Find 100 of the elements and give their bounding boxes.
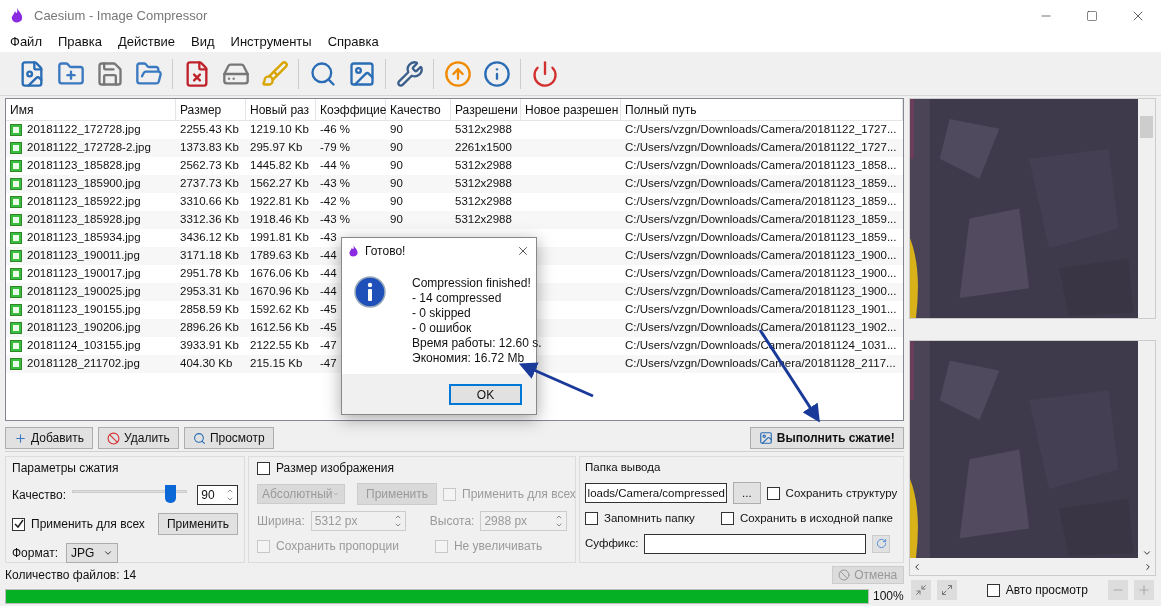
menu-item[interactable]: Вид — [183, 31, 223, 52]
menu-item[interactable]: Правка — [49, 31, 110, 52]
table-cell-text: C:/Users/vzgn/Downloads/Camera/20181122_1727... — [625, 122, 897, 138]
column-header[interactable]: Размер — [176, 99, 246, 120]
table-cell-text: -47 — [320, 356, 337, 372]
table-cell-text: -43 — [320, 230, 337, 246]
table-cell-text: 1918.46 Kb — [250, 212, 309, 228]
table-cell-text: C:/Users/vzgn/Downloads/Camera/20181123_1859... — [625, 212, 897, 228]
table-cell-text: 1592.62 Kb — [250, 302, 309, 318]
checkbox-label: Применить для всех — [462, 486, 576, 503]
table-cell-text: C:/Users/vzgn/Downloads/Camera/20181123_1859... — [625, 176, 897, 192]
table-cell-text: 90 — [390, 194, 403, 210]
table-cell-text: C:/Users/vzgn/Downloads/Camera/20181123_1859... — [625, 194, 897, 210]
file-icon — [10, 124, 22, 136]
fullscreen-icon[interactable] — [936, 580, 957, 600]
group-title: Размер изображения — [276, 460, 395, 477]
table-cell-text: 20181123_185828.jpg — [27, 158, 141, 174]
list-button[interactable]: Просмотр — [183, 427, 274, 449]
checkbox[interactable] — [257, 461, 270, 475]
fit-icon[interactable] — [910, 580, 931, 600]
ok-button[interactable]: OK — [449, 383, 522, 405]
list-button[interactable]: Удалить — [98, 427, 179, 449]
table-cell-text: 20181123_190017.jpg — [27, 266, 141, 282]
table-cell-text: 3310.66 Kb — [180, 194, 239, 210]
table-cell-text: 3312.36 Kb — [180, 212, 239, 228]
table-cell-text: C:/Users/vzgn/Downloads/Camera/20181123_1900... — [625, 284, 897, 300]
table-cell-text: 5312x2988 — [455, 212, 512, 228]
table-cell-text: -45 — [320, 302, 337, 318]
column-header[interactable]: Новое разрешен — [521, 99, 621, 120]
table-cell-text: 1789.63 Kb — [250, 248, 309, 264]
apply-button[interactable]: Применить — [158, 513, 238, 535]
column-header[interactable]: Качество — [386, 99, 451, 120]
table-cell-text: 5312x2988 — [455, 194, 512, 210]
table-cell-text: 2562.73 Kb — [180, 158, 239, 174]
checkbox-label: Сохранить пропорции — [276, 538, 399, 555]
suffix-field[interactable] — [644, 533, 867, 554]
output-folder-field[interactable]: loads/Camera/compressed — [585, 483, 727, 504]
compress-button[interactable]: Выполнить сжатие! — [749, 427, 904, 449]
info-icon — [354, 276, 386, 308]
file-icon — [10, 160, 22, 172]
column-header[interactable]: Новый раз — [246, 99, 316, 120]
table-cell-text: -46 % — [320, 122, 351, 138]
table-cell-text: 20181122_172728-2.jpg — [27, 140, 151, 156]
close-icon[interactable] — [516, 244, 530, 258]
table-cell-text: 90 — [390, 140, 403, 156]
table-cell-text: 1612.56 Kb — [250, 320, 309, 336]
table-cell-text: 2261x1500 — [455, 140, 512, 156]
table-cell-text: 2122.55 Kb — [250, 338, 309, 354]
table-cell-text: -47 — [320, 338, 337, 354]
checkbox[interactable] — [986, 583, 1000, 597]
table-cell-text: -79 % — [320, 140, 351, 156]
table-cell-text: 20181123_185928.jpg — [27, 212, 141, 228]
checkbox[interactable] — [585, 512, 598, 526]
file-icon — [10, 142, 22, 154]
window-title: Caesium - Image Compressor — [34, 6, 208, 25]
scrollbar[interactable] — [1138, 99, 1155, 318]
table-cell-text: 20181123_185934.jpg — [27, 230, 141, 246]
table-cell-text: 2953.31 Kb — [180, 284, 239, 300]
table-cell-text: 20181123_190011.jpg — [27, 248, 140, 264]
table-cell-text: 2951.78 Kb — [180, 266, 239, 282]
slider-thumb[interactable] — [164, 485, 176, 503]
menu-item[interactable]: Справка — [319, 31, 387, 52]
menu-item[interactable]: Инструменты — [222, 31, 320, 52]
table-cell-text: 1562.27 Kb — [250, 176, 309, 192]
field-label: Высота: — [429, 513, 475, 530]
search-icon — [192, 431, 206, 445]
scrollbar[interactable] — [1138, 341, 1155, 558]
format-dropdown[interactable]: JPG — [65, 543, 118, 563]
scroll-down-icon[interactable] — [1141, 548, 1152, 558]
column-header[interactable]: Имя — [6, 99, 176, 120]
checkbox-label: Сохранить структуру — [785, 485, 898, 501]
table-cell-text: 20181122_172728.jpg — [27, 122, 141, 138]
table-cell-text: 2858.59 Kb — [180, 302, 239, 318]
table-cell-text: 404.30 Kb — [180, 356, 233, 372]
table-cell-text: -43 % — [320, 176, 351, 192]
checkbox-label: Авто просмотр — [1005, 582, 1088, 599]
table-cell-text: -44 — [320, 266, 337, 282]
list-button[interactable]: Добавить — [5, 427, 94, 449]
column-header[interactable]: Разрешени — [451, 99, 521, 120]
checkbox[interactable] — [720, 512, 734, 526]
table-cell-text: 1373.83 Kb — [180, 140, 239, 156]
scrollbar[interactable] — [909, 558, 1155, 575]
column-header[interactable]: Коэффицие — [316, 99, 386, 120]
scroll-right-icon[interactable] — [1143, 561, 1153, 572]
checkbox[interactable] — [766, 486, 780, 500]
checkbox[interactable] — [12, 517, 25, 531]
menu-item[interactable]: Файл — [2, 31, 50, 52]
table-cell-text: 3171.18 Kb — [180, 248, 239, 264]
file-icon — [10, 304, 22, 316]
table-cell-text: C:/Users/vzgn/Downloads/Camera/20181123_1900... — [625, 248, 897, 264]
checkbox-label: Не увеличивать — [453, 538, 543, 555]
reset-icon[interactable] — [872, 534, 891, 553]
table-cell-text: 1676.06 Kb — [250, 266, 309, 282]
table-cell-text: 20181124_103155.jpg — [27, 338, 141, 354]
menu-item[interactable]: Действие — [109, 31, 184, 52]
quality-slider[interactable] — [72, 485, 188, 505]
file-icon — [10, 286, 22, 298]
column-header[interactable]: Полный путь — [621, 99, 903, 120]
browse-button[interactable]: ... — [733, 482, 761, 505]
quality-spinbox[interactable]: 90 — [197, 485, 238, 505]
